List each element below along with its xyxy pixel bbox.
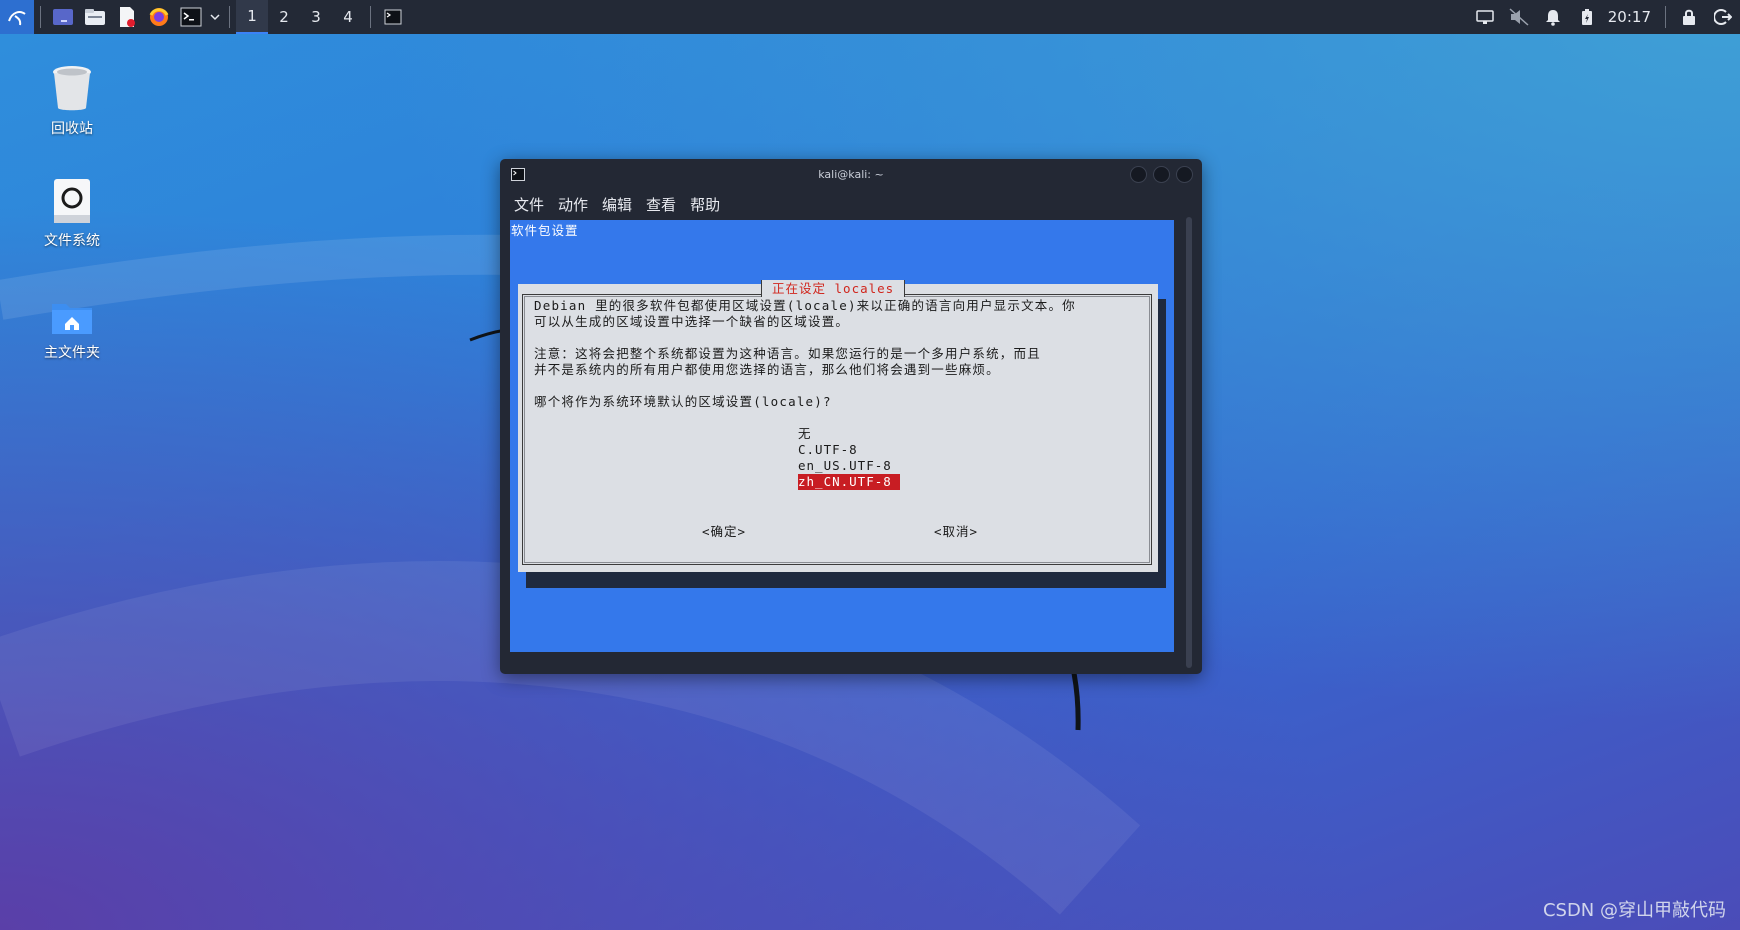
volume-muted-icon xyxy=(1509,8,1529,26)
dialog-frame xyxy=(522,294,1152,565)
dialog-text-line: 可以从生成的区域设置中选择一个缺省的区域设置。 xyxy=(534,314,850,329)
trash-icon xyxy=(53,66,91,111)
text-editor-launcher[interactable] xyxy=(111,0,143,34)
terminal-scrollbar[interactable] xyxy=(1186,217,1192,668)
battery-charging-icon xyxy=(1581,9,1592,25)
menu-actions[interactable]: 动作 xyxy=(558,194,588,215)
workspace-2[interactable]: 2 xyxy=(268,0,300,34)
file-manager-launcher[interactable] xyxy=(79,0,111,34)
top-panel: 1 2 3 4 20:17 xyxy=(0,0,1740,34)
terminal-launcher[interactable] xyxy=(175,0,207,34)
dialog-text-line: Debian 里的很多软件包都使用区域设置(locale)来以正确的语言向用户显… xyxy=(534,298,1076,313)
firefox-icon xyxy=(149,8,169,26)
desktop-icon-label: 回收站 xyxy=(51,121,93,137)
logout-icon xyxy=(1714,9,1732,25)
locales-dialog: 正在设定 locales Debian 里的很多软件包都使用区域设置(local… xyxy=(518,280,1158,572)
dialog-title: 正在设定 locales xyxy=(761,280,906,297)
panel-separator xyxy=(229,6,230,28)
folder-icon xyxy=(85,9,105,25)
show-desktop-button[interactable] xyxy=(47,0,79,34)
menu-edit[interactable]: 编辑 xyxy=(602,194,632,215)
firefox-launcher[interactable] xyxy=(143,0,175,34)
bell-icon xyxy=(1545,10,1560,26)
maximize-button[interactable] xyxy=(1153,166,1170,183)
dialog-question: 哪个将作为系统环境默认的区域设置(locale)? xyxy=(534,394,832,409)
desktop-icon-label: 文件系统 xyxy=(44,233,100,249)
dialog-text-line: 并不是系统内的所有用户都使用您选择的语言，那么他们将会遇到一些麻烦。 xyxy=(534,362,1000,377)
kali-dragon-icon xyxy=(8,11,26,26)
cancel-button[interactable]: <取消> xyxy=(934,521,978,540)
desktop-icon-trash[interactable]: 回收站 xyxy=(17,56,127,138)
desktop-icon-home[interactable]: 主文件夹 xyxy=(17,280,127,362)
desktop-icon xyxy=(53,9,73,25)
kali-menu-button[interactable] xyxy=(0,0,34,34)
panel-separator xyxy=(1665,6,1666,28)
clock[interactable]: 20:17 xyxy=(1604,8,1659,26)
terminal-icon xyxy=(384,9,402,25)
volume-button[interactable] xyxy=(1502,0,1536,34)
network-button[interactable] xyxy=(1468,0,1502,34)
system-tray: 20:17 xyxy=(1468,0,1740,34)
taskbar-terminal-window[interactable] xyxy=(377,0,409,34)
menu-help[interactable]: 帮助 xyxy=(690,194,720,215)
drive-icon xyxy=(54,179,90,223)
watermark: CSDN @穿山甲敲代码 xyxy=(1542,900,1726,921)
menu-view[interactable]: 查看 xyxy=(646,194,676,215)
workspace-1[interactable]: 1 xyxy=(236,0,268,34)
notifications-button[interactable] xyxy=(1536,0,1570,34)
panel-separator xyxy=(40,6,41,28)
launcher-dropdown-button[interactable] xyxy=(207,0,223,34)
dialog-text-line: 注意：这将会把整个系统都设置为这种语言。如果您运行的是一个多用户系统，而且 xyxy=(534,346,1041,361)
locale-option-c-utf8[interactable]: C.UTF-8 xyxy=(798,442,858,458)
locale-option-none[interactable]: 无 xyxy=(798,426,812,442)
terminal-icon xyxy=(180,7,202,27)
desktop-icon-label: 主文件夹 xyxy=(44,345,100,361)
window-title: kali@kali: ~ xyxy=(818,168,884,181)
locale-option-en-us-utf8[interactable]: en_US.UTF-8 xyxy=(798,458,892,474)
text-editor-icon xyxy=(120,7,135,27)
window-titlebar[interactable]: kali@kali: ~ xyxy=(500,159,1202,190)
panel-separator xyxy=(370,6,371,28)
minimize-button[interactable] xyxy=(1130,166,1147,183)
window-menubar: 文件 动作 编辑 查看 帮助 xyxy=(500,190,1202,218)
terminal-window[interactable]: kali@kali: ~ 文件 动作 编辑 查看 帮助 软件包设置 正在设定 l… xyxy=(500,159,1202,674)
logout-button[interactable] xyxy=(1706,0,1740,34)
desktop-icon-filesystem[interactable]: 文件系统 xyxy=(17,168,127,250)
home-folder-icon xyxy=(52,304,92,334)
terminal-content[interactable]: 软件包设置 正在设定 locales Debian 里的很多软件包都使用区域设置… xyxy=(510,220,1174,652)
lock-icon xyxy=(1683,9,1695,25)
workspace-3[interactable]: 3 xyxy=(300,0,332,34)
ok-button[interactable]: <确定> xyxy=(702,521,746,540)
network-icon xyxy=(1476,10,1494,24)
chevron-down-icon xyxy=(210,14,220,21)
battery-button[interactable] xyxy=(1570,0,1604,34)
lock-screen-button[interactable] xyxy=(1672,0,1706,34)
menu-file[interactable]: 文件 xyxy=(514,194,544,215)
package-config-header: 软件包设置 xyxy=(511,223,579,238)
workspace-4[interactable]: 4 xyxy=(332,0,364,34)
locale-option-zh-cn-utf8[interactable]: zh_CN.UTF-8 xyxy=(798,474,900,490)
close-button[interactable] xyxy=(1176,166,1193,183)
